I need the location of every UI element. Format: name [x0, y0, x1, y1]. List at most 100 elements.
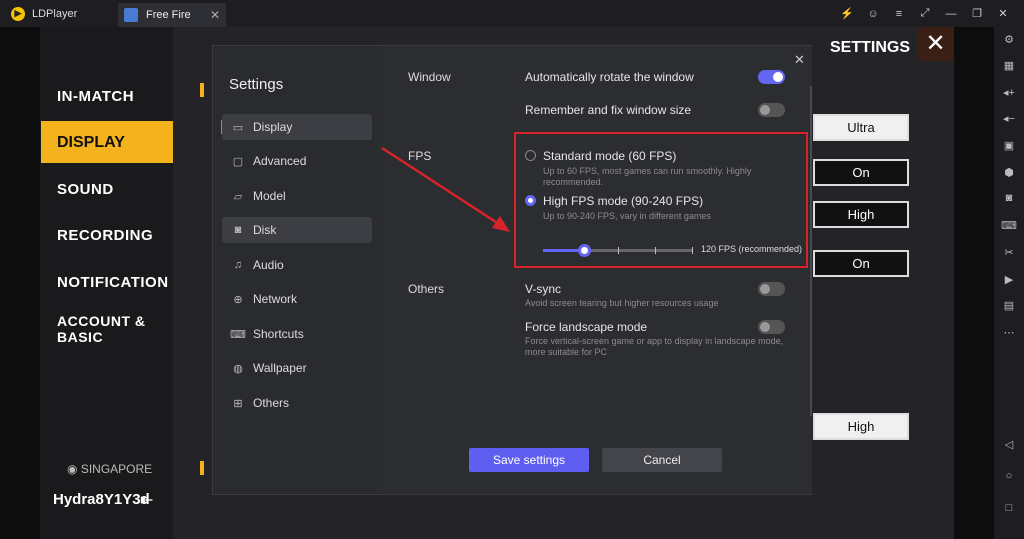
- apk-icon[interactable]: ⬢: [994, 166, 1024, 179]
- vsync-toggle[interactable]: [758, 282, 785, 296]
- volume-up-icon[interactable]: ◂+: [994, 86, 1024, 99]
- remember-size-label: Remember and fix window size: [525, 103, 692, 117]
- nav-item-advanced[interactable]: ▢ Advanced: [222, 148, 372, 174]
- remember-size-toggle[interactable]: [758, 103, 785, 117]
- model-icon: ▱: [233, 190, 243, 203]
- free-fire-icon: [124, 8, 138, 22]
- game-menu-display[interactable]: DISPLAY: [57, 134, 125, 152]
- menu-icon[interactable]: ≡: [886, 8, 912, 20]
- record-icon[interactable]: ◙: [994, 192, 1024, 204]
- nav-item-others[interactable]: ⊞ Others: [222, 390, 372, 416]
- boost-icon[interactable]: ⚡: [834, 7, 860, 20]
- ldplayer-logo-icon: ▶: [11, 6, 25, 21]
- nav-item-network[interactable]: ⊕ Network: [222, 286, 372, 312]
- nav-label: Disk: [253, 223, 277, 237]
- audio-icon: ♫: [233, 259, 243, 271]
- option-quality[interactable]: High: [813, 413, 909, 440]
- screenshot-icon[interactable]: ▣: [994, 139, 1024, 152]
- settings-dialog: Settings ▭ Display ▢ Advanced ▱ Model ◙ Disk…: [212, 45, 812, 495]
- game-close-icon[interactable]: ✕: [917, 27, 954, 61]
- tab-close-icon[interactable]: ✕: [210, 8, 220, 22]
- game-settings-title: SETTINGS: [830, 39, 911, 56]
- nav-item-disk[interactable]: ◙ Disk: [222, 217, 372, 243]
- section-fps: FPS: [408, 149, 432, 163]
- option-toggle[interactable]: On: [813, 250, 909, 277]
- game-menu-sound[interactable]: SOUND: [57, 181, 114, 198]
- title-bar: ▶ LDPlayer Free Fire ✕ ⚡ ☺ ≡ ⤢ — ❐ ✕: [0, 0, 1024, 27]
- dialog-close-icon[interactable]: ✕: [794, 52, 805, 68]
- nav-label: Wallpaper: [253, 361, 307, 375]
- settings-icon[interactable]: ⚙: [994, 33, 1024, 46]
- disk-icon: ◙: [234, 224, 242, 236]
- option-quality[interactable]: High: [813, 201, 909, 228]
- landscape-desc: Force vertical-screen game or app to dis…: [525, 336, 784, 346]
- region-label: ◉ SINGAPORE: [67, 462, 153, 476]
- game-menu-account[interactable]: ACCOUNT &: [57, 313, 146, 329]
- shared-folder-icon[interactable]: ▤: [994, 299, 1024, 312]
- emulator-toolbar: ⚙ ▦ ◂+ ◂− ▣ ⬢ ◙ ⌨ ✂ ▶ ▤ ⋯ ◁ ○ □: [994, 27, 1024, 539]
- cancel-button[interactable]: Cancel: [602, 448, 722, 472]
- landscape-desc: more suitable for PC: [525, 347, 608, 357]
- palette-icon: ◍: [233, 362, 243, 375]
- nav-item-model[interactable]: ▱ Model: [222, 183, 372, 209]
- vsync-label: V-sync: [525, 282, 562, 296]
- fullscreen-icon[interactable]: ⤢: [912, 7, 938, 20]
- nav-label: Advanced: [253, 154, 307, 168]
- game-menu-recording[interactable]: RECORDING: [57, 227, 153, 244]
- back-icon[interactable]: ◁: [994, 438, 1024, 451]
- auto-rotate-toggle[interactable]: [758, 70, 785, 84]
- landscape-toggle[interactable]: [758, 320, 785, 334]
- settings-content: ✕ Window Automatically rotate the window…: [378, 46, 812, 494]
- yellow-marker: [200, 461, 204, 475]
- game-menu-notification[interactable]: NOTIFICATION: [57, 274, 169, 291]
- nav-label: Model: [253, 189, 286, 203]
- minimize-icon[interactable]: —: [938, 8, 964, 20]
- option-graphics[interactable]: Ultra: [813, 114, 909, 141]
- more-icon[interactable]: ⋯: [994, 326, 1024, 339]
- dialog-title: Settings: [229, 76, 284, 93]
- yellow-marker: [200, 83, 204, 97]
- auto-rotate-label: Automatically rotate the window: [525, 70, 694, 84]
- nav-label: Display: [253, 120, 293, 134]
- restore-icon[interactable]: ❐: [964, 7, 990, 20]
- tab-label: Free Fire: [146, 9, 191, 21]
- video-icon[interactable]: ▶: [994, 273, 1024, 286]
- landscape-label: Force landscape mode: [525, 320, 648, 334]
- highlight-box: [514, 132, 808, 268]
- keyboard-icon[interactable]: ▦: [994, 59, 1024, 72]
- advanced-icon: ▢: [232, 155, 244, 168]
- player-name: Hydra8Y1Y3d: [53, 491, 150, 508]
- nav-item-wallpaper[interactable]: ◍ Wallpaper: [222, 355, 372, 381]
- nav-label: Audio: [253, 258, 284, 272]
- game-menu-basic[interactable]: BASIC: [57, 329, 103, 345]
- keyboard-icon: ⌨: [230, 328, 246, 341]
- display-icon: ▭: [232, 121, 244, 134]
- tab-free-fire[interactable]: Free Fire ✕: [118, 3, 226, 27]
- operation-icon[interactable]: ⌨: [994, 219, 1024, 232]
- scrollbar[interactable]: [810, 86, 812, 416]
- nav-label: Others: [253, 396, 290, 410]
- cut-icon[interactable]: ✂: [994, 246, 1024, 259]
- section-others: Others: [408, 282, 445, 296]
- settings-nav: Settings ▭ Display ▢ Advanced ▱ Model ◙ Disk…: [213, 46, 378, 494]
- save-settings-button[interactable]: Save settings: [469, 448, 589, 472]
- volume-down-icon[interactable]: ◂−: [994, 112, 1024, 125]
- nav-item-display[interactable]: ▭ Display: [222, 114, 372, 140]
- window-close-icon[interactable]: ✕: [990, 7, 1016, 20]
- region-name: SINGAPORE: [80, 462, 153, 476]
- home-icon[interactable]: ○: [994, 470, 1024, 482]
- nav-label: Network: [253, 292, 298, 306]
- nav-item-audio[interactable]: ♫ Audio: [222, 252, 372, 278]
- nav-label: Shortcuts: [253, 327, 304, 341]
- network-icon: ⊕: [233, 293, 243, 306]
- vsync-desc: Avoid screen tearing but higher resource…: [525, 298, 719, 308]
- option-toggle[interactable]: On: [813, 159, 909, 186]
- logout-icon[interactable]: ⇤: [140, 490, 153, 510]
- section-window: Window: [408, 70, 451, 84]
- nav-item-shortcuts[interactable]: ⌨ Shortcuts: [222, 321, 372, 347]
- recent-apps-icon[interactable]: □: [994, 502, 1024, 514]
- game-menu-in-match[interactable]: IN-MATCH: [57, 88, 134, 105]
- app-name: LDPlayer: [32, 7, 78, 20]
- account-icon[interactable]: ☺: [860, 8, 886, 20]
- grid-icon: ⊞: [233, 397, 243, 410]
